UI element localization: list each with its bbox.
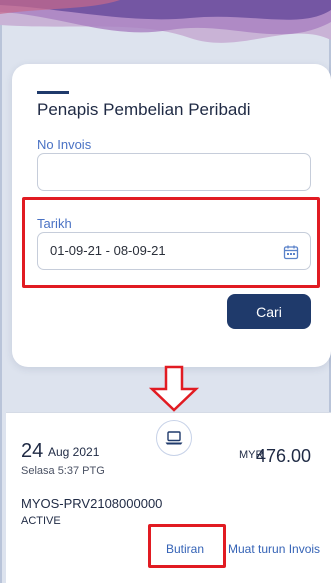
- search-button[interactable]: Cari: [227, 294, 311, 329]
- invoice-input[interactable]: [37, 153, 311, 191]
- filter-title: Penapis Pembelian Peribadi: [37, 100, 251, 119]
- laptop-icon: [165, 431, 183, 445]
- result-invoice-number: MYOS-PRV2108000000: [21, 496, 163, 511]
- title-accent-bar: [37, 91, 69, 94]
- result-time: Selasa 5:37 PTG: [21, 465, 105, 477]
- result-day: 24: [21, 440, 44, 462]
- details-highlight-box: [148, 524, 226, 568]
- invoice-label: No Invois: [37, 137, 92, 152]
- down-arrow-icon: [148, 365, 200, 412]
- status-badge: ACTIVE: [21, 515, 61, 527]
- result-month-year: Aug 2021: [48, 445, 100, 459]
- laptop-badge: [156, 420, 192, 456]
- result-amount: 476.00: [256, 446, 312, 466]
- download-invoice-link[interactable]: Muat turun Invois: [228, 542, 320, 556]
- date-highlight-box: [22, 197, 320, 288]
